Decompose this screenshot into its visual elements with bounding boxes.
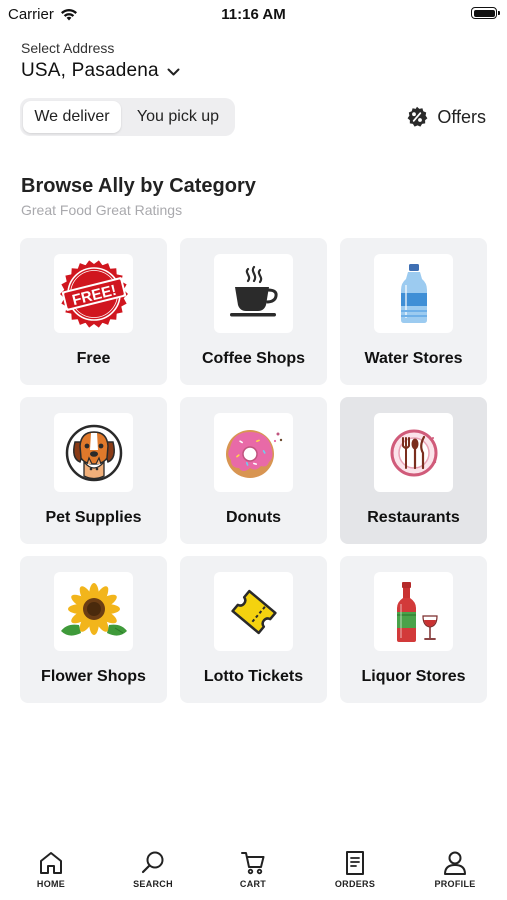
water-bottle-icon [400,263,427,323]
category-card-pet-supplies[interactable]: Pet Supplies [20,397,167,544]
tab-label: SEARCH [133,879,173,889]
category-card-water-stores[interactable]: Water Stores [340,238,487,385]
plate-utensils-icon [390,429,437,476]
sunflower-icon [60,582,127,636]
category-tile [214,413,293,492]
category-name: Liquor Stores [361,668,466,685]
search-icon [141,851,164,874]
tab-orders[interactable]: ORDERS [315,840,395,900]
chevron-down-icon [167,68,180,75]
category-card-restaurants[interactable]: Restaurants [340,397,487,544]
category-tile [374,572,453,651]
category-name: Coffee Shops [201,350,306,367]
category-card-coffee-shops[interactable]: Coffee Shops [180,238,327,385]
category-tile [214,572,293,651]
cart-icon [241,852,265,875]
tab-search[interactable]: SEARCH [113,840,193,900]
category-card-lotto-tickets[interactable]: Lotto Tickets [180,556,327,703]
category-name: Flower Shops [41,668,146,685]
orders-icon [346,851,364,875]
battery-icon [471,7,500,19]
profile-icon [444,851,466,875]
home-icon [40,852,62,874]
category-card-flower-shops[interactable]: Flower Shops [20,556,167,703]
category-tile [214,254,293,333]
offers-button[interactable]: Offers [406,106,486,128]
liquor-bottle-icon [396,581,438,642]
offers-label: Offers [437,106,486,127]
category-name: Free [76,350,111,367]
category-tile [374,413,453,492]
category-name: Restaurants [367,509,460,526]
category-name: Pet Supplies [45,509,142,526]
delivery-mode-toggle: We deliver You pick up [20,98,235,136]
category-name: Lotto Tickets [203,668,304,685]
tab-cart[interactable]: CART [213,840,293,900]
address-selector[interactable]: USA, Pasadena [21,60,180,82]
section-subtitle: Great Food Great Ratings [21,202,183,218]
address-label: Select Address [21,40,115,56]
free-badge-icon: FREE! [59,259,128,328]
tab-label: HOME [36,879,66,889]
we-deliver-option[interactable]: We deliver [23,101,121,133]
category-card-donuts[interactable]: Donuts [180,397,327,544]
discount-badge-icon [407,106,428,127]
category-tile [54,572,133,651]
tab-label: ORDERS [334,879,376,889]
category-name: Water Stores [364,350,463,367]
category-name: Donuts [225,509,282,526]
tab-home[interactable]: HOME [11,840,91,900]
tab-profile[interactable]: PROFILE [415,840,495,900]
category-card-liquor-stores[interactable]: Liquor Stores [340,556,487,703]
tab-label: CART [239,879,267,889]
status-bar: Carrier 11:16 AM [0,0,507,30]
clock: 11:16 AM [221,6,286,23]
coffee-cup-icon [229,265,278,316]
category-card-free[interactable]: FREE! Free [20,238,167,385]
category-tile [374,254,453,333]
ticket-icon [230,589,277,634]
you-pick-up-option[interactable]: You pick up [124,101,232,133]
category-tile: FREE! [54,254,133,333]
donut-icon [225,429,282,478]
address-value: USA, Pasadena [21,60,159,81]
bottom-tab-bar: HOME SEARCH CART ORDERS PROFILE [0,840,507,900]
category-grid: FREE! Free Coffee Shops Water Stores Pet… [20,238,488,704]
section-title: Browse Ally by Category [21,175,256,197]
dog-cat-icon [65,424,122,481]
category-tile [54,413,133,492]
tab-label: PROFILE [434,879,476,889]
